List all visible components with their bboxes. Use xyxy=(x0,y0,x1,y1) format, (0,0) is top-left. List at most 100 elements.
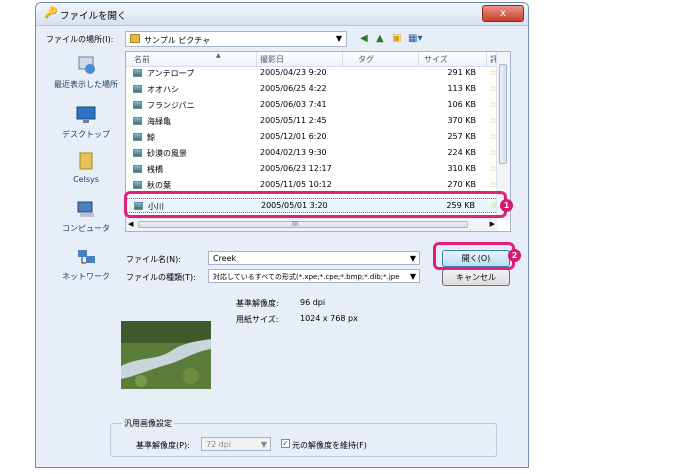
column-tag[interactable]: タグ xyxy=(358,54,374,65)
location-label: ファイルの場所(I): xyxy=(46,35,114,44)
file-date: 2005/12/01 6:20 xyxy=(260,132,327,141)
file-row[interactable]: フランジパニ 2005/06/03 7:41 106 KB ☆ xyxy=(126,98,498,113)
place-celsys-label: Celsys xyxy=(73,175,99,184)
file-row[interactable]: 砂漠の風景 2004/02/13 9:30 224 KB ☆ xyxy=(126,146,498,161)
file-date: 2005/06/23 12:17 xyxy=(260,164,332,173)
file-open-dialog: 🔑 ファイルを開く x ファイルの場所(I): サンプル ピクチャ ▼ ◀ ▲ … xyxy=(35,2,529,468)
file-row[interactable]: 鯨 2005/12/01 6:20 257 KB ☆ xyxy=(126,130,498,145)
file-date: 2005/11/05 10:12 xyxy=(260,180,332,189)
place-network[interactable]: ネットワーク xyxy=(44,247,128,282)
file-size: 310 KB xyxy=(447,164,476,173)
folder-icon xyxy=(130,34,140,43)
folder-icon xyxy=(79,152,93,170)
horizontal-scrollbar[interactable]: ◀ III ▶ xyxy=(126,218,498,231)
place-recent-label: 最近表示した場所 xyxy=(54,80,118,89)
file-date: 2005/06/03 7:41 xyxy=(260,100,327,109)
file-size: 370 KB xyxy=(447,116,476,125)
column-divider[interactable] xyxy=(256,52,257,66)
file-name: 砂漠の風景 xyxy=(147,149,187,158)
file-size: 224 KB xyxy=(447,148,476,157)
paper-size-label: 用紙サイズ: xyxy=(236,315,279,324)
file-size: 291 KB xyxy=(447,68,476,77)
location-combo[interactable]: サンプル ピクチャ ▼ xyxy=(125,31,347,47)
place-recent[interactable]: 最近表示した場所 xyxy=(44,55,128,90)
image-file-icon xyxy=(133,101,142,109)
generic-resolution-value: 72 dpi xyxy=(206,440,232,449)
file-size: 113 KB xyxy=(447,84,476,93)
paper-size-value: 1024 x 768 px xyxy=(300,314,358,323)
file-name: 鯨 xyxy=(147,133,155,142)
file-date: 2005/04/23 9:20 xyxy=(260,68,327,77)
place-computer-label: コンピュータ xyxy=(62,224,110,233)
file-size: 106 KB xyxy=(447,100,476,109)
network-icon xyxy=(78,250,95,264)
image-file-icon xyxy=(133,117,142,125)
column-name[interactable]: 名前 xyxy=(134,54,150,65)
file-row[interactable]: アンテロープ 2005/04/23 9:20 291 KB ☆ xyxy=(126,66,498,81)
file-size: 270 KB xyxy=(447,180,476,189)
generic-resolution-label: 基準解像度(P): xyxy=(136,441,190,450)
up-folder-icon[interactable]: ▲ xyxy=(376,33,384,44)
filename-label: ファイル名(N): xyxy=(126,255,181,264)
file-name: フランジパニ xyxy=(147,101,195,110)
generic-resolution-select[interactable]: 72 dpi ▼ xyxy=(201,437,271,451)
place-network-label: ネットワーク xyxy=(62,272,110,281)
selection-highlight-1 xyxy=(124,191,507,218)
step-badge-1: 1 xyxy=(500,199,513,212)
filename-value: Creek xyxy=(213,254,237,263)
column-divider[interactable] xyxy=(342,52,343,66)
filetype-select[interactable]: 対応しているすべての形式(*.xpe;*.cpe;*.bmp;*.dib;*.j… xyxy=(208,269,420,283)
file-name: アンテロープ xyxy=(147,69,195,78)
cancel-button[interactable]: キャンセル xyxy=(442,269,510,286)
back-icon[interactable]: ◀ xyxy=(360,33,368,44)
keep-resolution-label: 元の解像度を維持(F) xyxy=(292,441,367,450)
selection-highlight-2 xyxy=(433,242,515,270)
image-file-icon xyxy=(133,149,142,157)
view-menu-icon[interactable]: ▦▾ xyxy=(408,33,422,44)
place-computer[interactable]: コンピュータ xyxy=(44,199,128,234)
file-name: 秋の葉 xyxy=(147,181,171,190)
scroll-right-icon[interactable]: ▶ xyxy=(490,220,495,228)
scroll-grip-icon: III xyxy=(292,220,299,228)
app-icon: 🔑 xyxy=(44,6,58,19)
base-resolution-value: 96 dpi xyxy=(300,298,326,307)
file-size: 257 KB xyxy=(447,132,476,141)
file-row[interactable]: オオハシ 2005/06/25 4:22 113 KB ☆ xyxy=(126,82,498,97)
file-row[interactable]: 海緑亀 2005/05/11 2:45 370 KB ☆ xyxy=(126,114,498,129)
close-button[interactable]: x xyxy=(482,5,524,22)
chevron-down-icon: ▼ xyxy=(260,440,267,449)
file-name: 桟橋 xyxy=(147,165,163,174)
computer-icon xyxy=(77,201,94,217)
column-date[interactable]: 撮影日 xyxy=(260,54,284,65)
new-folder-icon[interactable]: ▣ xyxy=(392,33,401,44)
file-date: 2005/06/25 4:22 xyxy=(260,84,327,93)
horizontal-scroll-thumb[interactable]: III xyxy=(138,220,468,228)
chevron-down-icon: ▼ xyxy=(409,254,416,263)
generic-image-settings-title: 汎用画像設定 xyxy=(122,418,174,429)
chevron-down-icon: ▼ xyxy=(407,272,416,281)
location-value: サンプル ピクチャ xyxy=(144,36,211,45)
file-row[interactable]: 桟橋 2005/06/23 12:17 310 KB ☆ xyxy=(126,162,498,177)
chevron-down-icon: ▼ xyxy=(335,34,342,43)
image-file-icon xyxy=(133,181,142,189)
column-size[interactable]: サイズ xyxy=(424,54,448,65)
title-bar: 🔑 ファイルを開く x xyxy=(36,3,528,26)
image-file-icon xyxy=(133,165,142,173)
column-divider[interactable] xyxy=(486,52,487,66)
place-desktop-label: デスクトップ xyxy=(62,130,110,139)
desktop-icon xyxy=(76,106,96,123)
image-file-icon xyxy=(133,85,142,93)
step-badge-2: 2 xyxy=(508,249,521,262)
window-title: ファイルを開く xyxy=(60,11,127,22)
keep-resolution-checkbox[interactable]: ✓ xyxy=(281,439,290,448)
image-file-icon xyxy=(133,133,142,141)
file-date: 2005/05/11 2:45 xyxy=(260,116,327,125)
column-header-row: 名前 ▲ 撮影日 タグ サイズ 評 xyxy=(126,52,498,67)
filename-input[interactable]: Creek ▼ xyxy=(208,251,420,265)
base-resolution-label: 基準解像度: xyxy=(236,299,279,308)
vertical-scroll-thumb[interactable] xyxy=(499,64,507,164)
place-desktop[interactable]: デスクトップ xyxy=(44,105,128,140)
column-divider[interactable] xyxy=(418,52,419,66)
place-celsys[interactable]: Celsys xyxy=(44,151,128,184)
scroll-left-icon[interactable]: ◀ xyxy=(128,220,133,228)
